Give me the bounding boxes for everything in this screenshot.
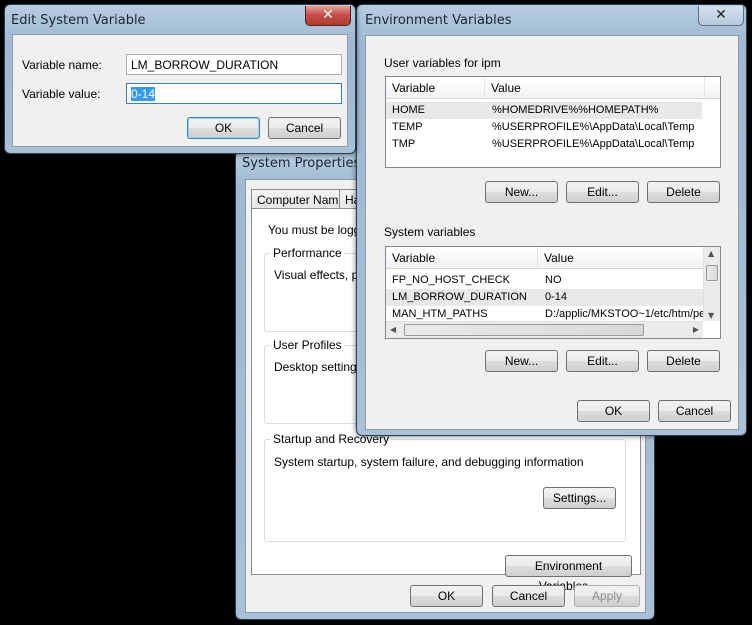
user-variables-title: User variables for ipm bbox=[384, 56, 501, 70]
scroll-up-icon[interactable]: ▲ bbox=[708, 249, 714, 258]
ok-button[interactable]: OK bbox=[410, 585, 483, 607]
user-delete-button[interactable]: Delete bbox=[647, 181, 720, 203]
system-new-button[interactable]: New... bbox=[485, 350, 558, 372]
row-variable: TMP bbox=[392, 138, 416, 150]
row-value: %USERPROFILE%\AppData\Local\Temp bbox=[492, 121, 695, 133]
row-value: %HOMEDRIVE%%HOMEPATH% bbox=[492, 104, 659, 116]
group-title: Performance bbox=[271, 246, 344, 260]
system-variables-list[interactable]: Variable Value FP_NO_HOST_CHECK NO LM_BO… bbox=[385, 246, 721, 339]
list-item[interactable]: HOME %HOMEDRIVE%%HOMEPATH% bbox=[386, 102, 702, 119]
list-item[interactable]: LM_BORROW_DURATION 0-14 bbox=[386, 289, 704, 306]
variable-value-label: Variable value: bbox=[22, 87, 101, 101]
user-variables-group: User variables for ipm Variable Value HO… bbox=[376, 56, 731, 239]
window-title: Edit System Variable bbox=[11, 13, 146, 28]
horizontal-scrollbar[interactable]: ◀ ▶ bbox=[386, 321, 703, 338]
startup-settings-button[interactable]: Settings... bbox=[543, 487, 616, 509]
group-desc: Visual effects, pro bbox=[274, 268, 369, 282]
startup-recovery-group: Startup and Recovery System startup, sys… bbox=[264, 432, 626, 542]
system-edit-button[interactable]: Edit... bbox=[566, 350, 639, 372]
cancel-button[interactable]: Cancel bbox=[268, 117, 341, 139]
environment-variables-client: User variables for ipm Variable Value HO… bbox=[365, 35, 739, 430]
cancel-button[interactable]: Cancel bbox=[492, 585, 565, 607]
column-variable[interactable]: Variable bbox=[386, 77, 485, 99]
edit-system-variable-dialog: Edit System Variable ✕ Variable name: LM… bbox=[4, 4, 356, 154]
row-value: %USERPROFILE%\AppData\Local\Temp bbox=[492, 138, 695, 150]
group-title: User Profiles bbox=[271, 338, 344, 352]
scroll-right-icon[interactable]: ▶ bbox=[693, 325, 699, 334]
list-header: Variable Value bbox=[386, 77, 720, 99]
group-desc: System startup, system failure, and debu… bbox=[274, 455, 584, 469]
column-value[interactable]: Value bbox=[538, 247, 708, 269]
scroll-thumb[interactable] bbox=[706, 265, 718, 281]
apply-button[interactable]: Apply bbox=[574, 585, 640, 607]
list-item[interactable]: TEMP %USERPROFILE%\AppData\Local\Temp bbox=[386, 119, 702, 136]
tab-label: Computer Name bbox=[257, 193, 346, 207]
selected-text: 0-14 bbox=[131, 87, 156, 101]
row-variable: HOME bbox=[392, 104, 425, 116]
list-header: Variable Value bbox=[386, 247, 708, 269]
list-item[interactable]: FP_NO_HOST_CHECK NO bbox=[386, 272, 704, 289]
scroll-down-icon[interactable]: ▼ bbox=[708, 311, 714, 320]
variable-name-label: Variable name: bbox=[22, 58, 102, 72]
cancel-button[interactable]: Cancel bbox=[658, 400, 731, 422]
list-item[interactable]: TMP %USERPROFILE%\AppData\Local\Temp bbox=[386, 136, 702, 153]
user-new-button[interactable]: New... bbox=[485, 181, 558, 203]
vertical-scrollbar[interactable]: ▲ ▼ bbox=[703, 247, 720, 321]
environment-variables-button[interactable]: Environment Variables... bbox=[505, 555, 632, 593]
window-title: Environment Variables bbox=[365, 13, 512, 28]
system-variables-title: System variables bbox=[384, 225, 476, 239]
edit-dialog-client: Variable name: LM_BORROW_DURATION Variab… bbox=[12, 34, 348, 147]
user-variables-list[interactable]: Variable Value HOME %HOMEDRIVE%%HOMEPATH… bbox=[385, 76, 721, 168]
ok-button[interactable]: OK bbox=[187, 117, 260, 139]
tab-computer-name[interactable]: Computer Name bbox=[251, 189, 345, 209]
row-variable: FP_NO_HOST_CHECK bbox=[392, 274, 510, 286]
scroll-left-icon[interactable]: ◀ bbox=[390, 325, 396, 334]
row-variable: TEMP bbox=[392, 121, 423, 133]
row-value: NO bbox=[545, 274, 562, 286]
system-delete-button[interactable]: Delete bbox=[647, 350, 720, 372]
scroll-thumb[interactable] bbox=[404, 324, 644, 336]
row-variable: LM_BORROW_DURATION bbox=[392, 291, 527, 303]
row-value: 0-14 bbox=[545, 291, 568, 303]
user-edit-button[interactable]: Edit... bbox=[566, 181, 639, 203]
column-value[interactable]: Value bbox=[485, 77, 705, 99]
close-button[interactable]: ✕ bbox=[698, 6, 744, 26]
window-title: System Properties bbox=[242, 156, 361, 171]
environment-variables-window: Environment Variables ✕ User variables f… bbox=[356, 4, 747, 436]
variable-value-input[interactable]: 0-14 bbox=[126, 83, 342, 104]
close-button[interactable]: ✕ bbox=[305, 6, 351, 26]
column-variable[interactable]: Variable bbox=[386, 247, 538, 269]
variable-name-input[interactable]: LM_BORROW_DURATION bbox=[126, 54, 342, 75]
ok-button[interactable]: OK bbox=[577, 400, 650, 422]
